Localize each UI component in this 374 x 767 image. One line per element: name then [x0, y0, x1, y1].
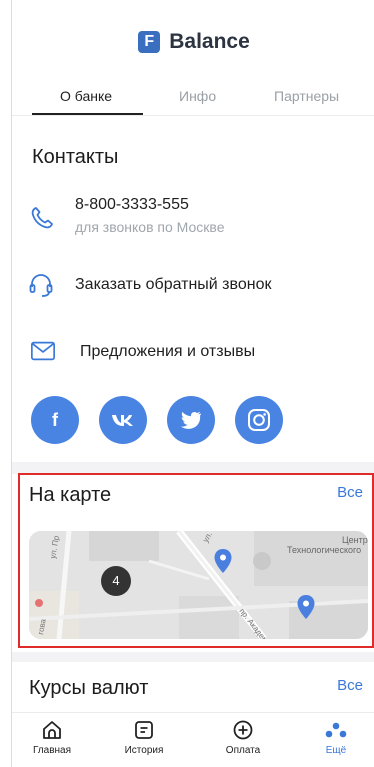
map-section-highlight	[18, 473, 374, 648]
home-icon	[43, 721, 61, 739]
instagram-button[interactable]	[235, 396, 283, 444]
tab-about-bank[interactable]: О банке	[60, 88, 112, 104]
phone-note: для звонков по Москве	[75, 219, 225, 235]
vk-button[interactable]	[99, 396, 147, 444]
nav-more[interactable]: Ещё	[301, 719, 371, 756]
app-logo: F Balance	[138, 30, 250, 54]
mail-icon	[31, 341, 55, 361]
history-icon	[135, 721, 153, 739]
tab-partners[interactable]: Партнеры	[274, 88, 339, 104]
feedback-label: Предложения и отзывы	[80, 343, 256, 360]
nav-more-label: Ещё	[325, 745, 347, 756]
facebook-button[interactable]: f	[31, 396, 79, 444]
more-dots-icon	[325, 722, 347, 738]
app-name: Balance	[169, 30, 250, 53]
contacts-title: Контакты	[32, 146, 119, 168]
nav-home[interactable]: Главная	[17, 719, 87, 756]
vk-icon	[112, 415, 133, 426]
top-tabs: О банке Инфо Партнеры	[12, 88, 374, 116]
section-divider	[12, 652, 374, 662]
callback-label: Заказать обратный звонок	[75, 276, 272, 293]
app-header: F Balance	[12, 30, 374, 54]
tab-info[interactable]: Инфо	[179, 88, 216, 104]
instagram-icon	[248, 409, 270, 431]
nav-payment[interactable]: Оплата	[208, 719, 278, 756]
facebook-icon: f	[52, 409, 58, 430]
nav-history-label: История	[124, 745, 164, 756]
currency-all-link[interactable]: Все	[337, 677, 363, 694]
logo-mark-icon: F	[138, 31, 161, 53]
phone-icon	[31, 207, 53, 229]
headset-icon	[29, 274, 53, 297]
social-links: f	[31, 396, 283, 444]
nav-payment-label: Оплата	[225, 745, 261, 756]
currency-section-title: Курсы валют	[29, 677, 149, 699]
tabs-divider	[12, 115, 374, 116]
bottom-nav: Главная История Оплата Ещё	[12, 712, 374, 767]
twitter-button[interactable]	[167, 396, 215, 444]
nav-home-label: Главная	[32, 745, 72, 756]
payment-plus-icon	[233, 720, 253, 740]
app-screen: F Balance О банке Инфо Партнеры Контакты…	[11, 0, 374, 767]
phone-number: 8-800-3333-555	[75, 196, 189, 213]
twitter-icon	[180, 411, 202, 429]
nav-history[interactable]: История	[109, 719, 179, 756]
